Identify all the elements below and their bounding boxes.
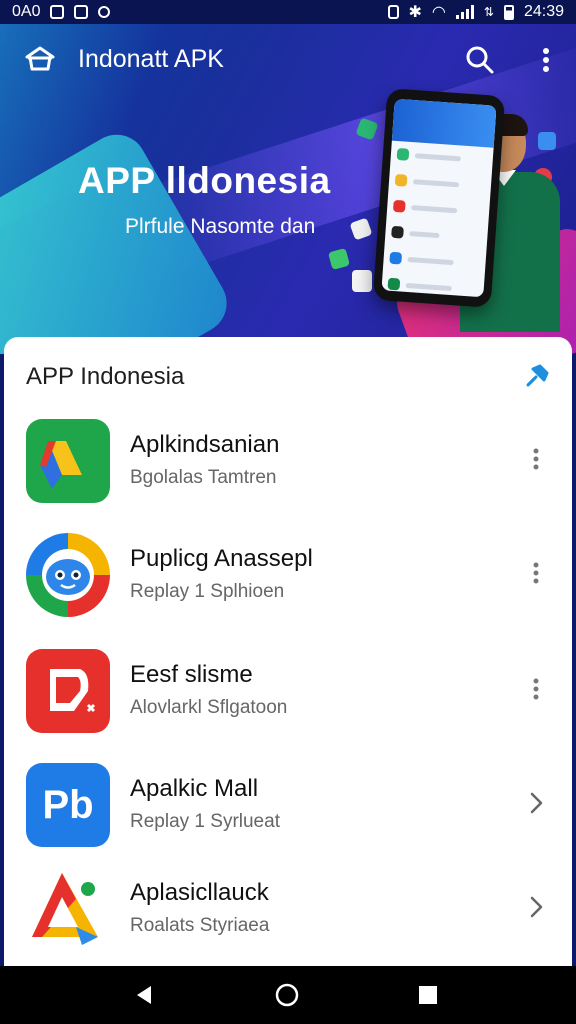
hero-subtitle: Plrfule Nasomte dan bbox=[125, 215, 316, 238]
search-icon[interactable] bbox=[462, 42, 498, 78]
system-nav-bar bbox=[0, 966, 576, 1024]
sync-icon bbox=[98, 6, 111, 18]
list-item[interactable]: Pb Apalkic Mall Replay 1 Syrlueat bbox=[4, 763, 572, 873]
list-item[interactable]: Aplasicllauck Roalats Styriaea bbox=[4, 867, 572, 967]
more-vert-icon[interactable] bbox=[522, 555, 550, 591]
list-item[interactable]: Eesf slisme Alovlarkl Sflgatoon bbox=[4, 649, 572, 759]
home-nav-icon[interactable] bbox=[271, 979, 303, 1011]
app-list-sheet: APP Indonesia Aplkindsanian Bgolalas Tam… bbox=[4, 337, 572, 967]
app-subtitle: Alovlarkl Sflgatoon bbox=[130, 697, 288, 718]
data-icon: ⇅ bbox=[483, 5, 494, 19]
list-item[interactable]: Puplicg Anassepl Replay 1 Splhioen bbox=[4, 533, 572, 643]
recents-icon[interactable] bbox=[412, 979, 444, 1011]
hero-title: APP lldonesia bbox=[78, 160, 331, 201]
app-icon-triangle bbox=[26, 867, 110, 951]
app-name: Apalkic Mall bbox=[130, 775, 259, 802]
list-item[interactable]: Aplkindsanian Bgolalas Tamtren bbox=[4, 419, 572, 529]
battery-icon bbox=[503, 4, 514, 20]
chevron-right-icon[interactable] bbox=[522, 785, 550, 821]
decor-card-icon bbox=[352, 270, 372, 292]
hero-phone-illustration bbox=[372, 88, 506, 308]
app-title: Indonatt APK bbox=[78, 44, 224, 73]
more-vert-icon[interactable] bbox=[522, 671, 550, 707]
section-title: APP Indonesia bbox=[26, 363, 185, 390]
app-icon-red-play bbox=[26, 649, 110, 733]
lock-icon bbox=[387, 5, 399, 19]
app-bar: Indonatt APK bbox=[0, 24, 576, 94]
app-subtitle: Bgolalas Tamtren bbox=[130, 467, 277, 488]
app-subtitle: Roalats Styriaea bbox=[130, 915, 270, 936]
pin-icon[interactable] bbox=[524, 361, 552, 389]
app-name: Aplkindsanian bbox=[130, 431, 280, 458]
bluetooth-icon: ✱ bbox=[408, 4, 422, 21]
app-icon-pb: Pb bbox=[26, 763, 110, 847]
app-name: Aplasicllauck bbox=[130, 879, 269, 906]
status-left-text: 0A0 bbox=[12, 3, 41, 20]
home-icon[interactable] bbox=[22, 41, 58, 77]
app-icon-text: Pb bbox=[42, 782, 94, 827]
more-vert-icon[interactable] bbox=[528, 42, 564, 78]
status-time: 24:39 bbox=[523, 3, 564, 20]
more-vert-icon[interactable] bbox=[522, 441, 550, 477]
chevron-right-icon[interactable] bbox=[522, 889, 550, 925]
app-subtitle: Replay 1 Syrlueat bbox=[130, 811, 280, 832]
notification-icon bbox=[74, 5, 89, 19]
app-subtitle: Replay 1 Splhioen bbox=[130, 581, 285, 602]
wifi-icon: ◠ bbox=[431, 4, 446, 21]
signal-icon bbox=[455, 5, 474, 19]
sim-icon bbox=[50, 5, 65, 19]
app-name: Eesf slisme bbox=[130, 661, 253, 688]
app-icon-google-drive bbox=[26, 419, 110, 503]
app-icon-robot bbox=[26, 533, 110, 617]
status-bar: 0A0 ✱ ◠ ⇅ 24:39 bbox=[0, 0, 576, 24]
app-name: Puplicg Anassepl bbox=[130, 545, 313, 572]
back-icon[interactable] bbox=[128, 979, 160, 1011]
